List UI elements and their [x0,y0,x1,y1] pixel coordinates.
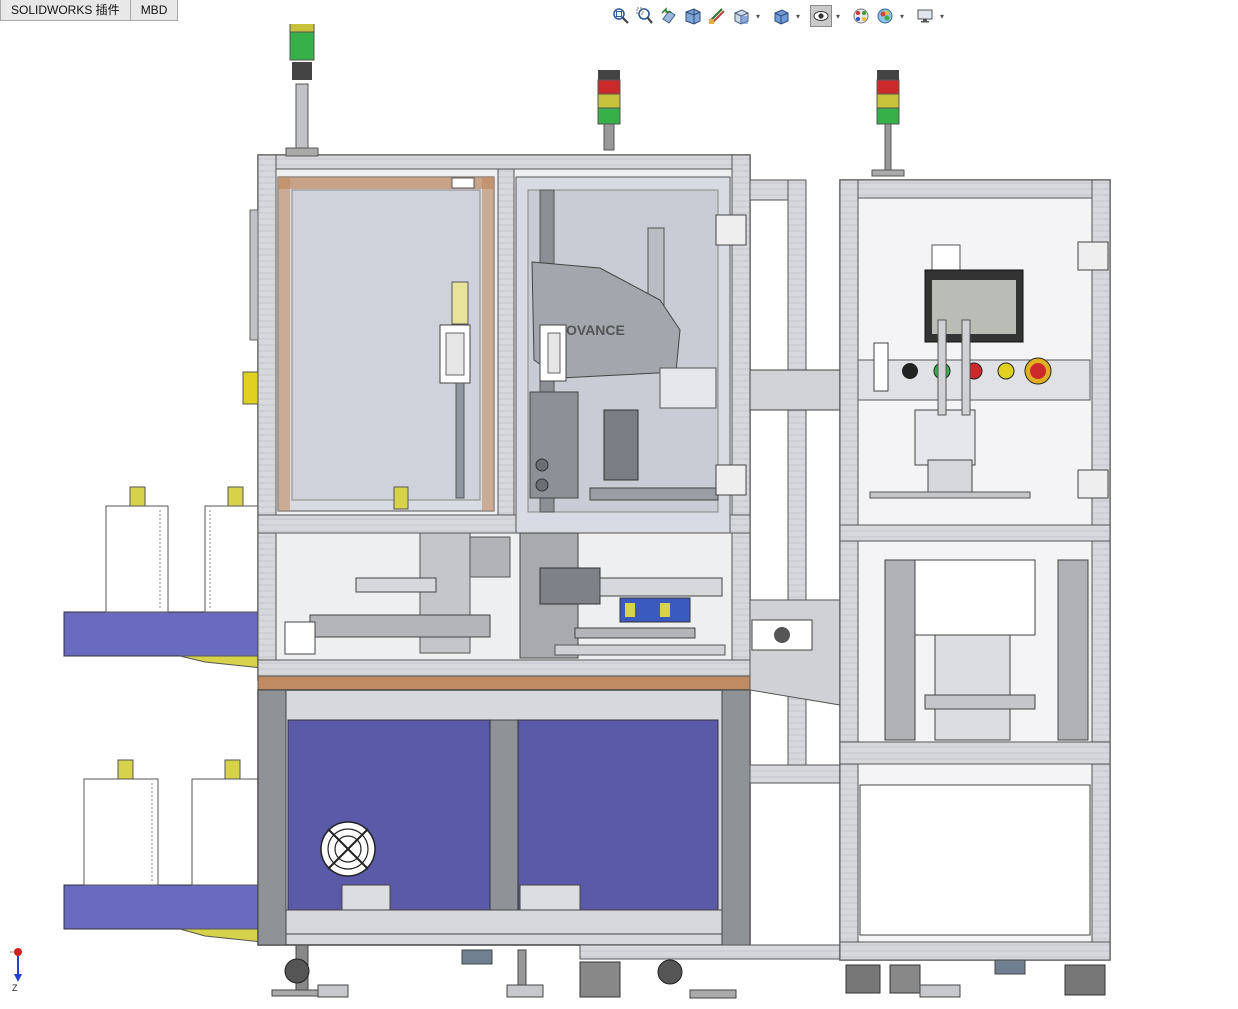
right-door-panel: OVANCE [515,176,747,534]
display-style-dropdown-icon[interactable]: ▾ [794,12,802,21]
hide-show-items-dropdown-icon[interactable]: ▾ [834,12,842,21]
signal-tower-middle [597,70,621,151]
command-manager-tabs: SOLIDWORKS 插件 MBD [0,0,179,22]
signal-tower-right [871,70,905,177]
left-lower-cabinet [257,675,751,946]
tab-solidworks-addins[interactable]: SOLIDWORKS 插件 [0,0,131,21]
triad-z-label: Z [12,983,18,993]
view-orientation-dropdown-icon[interactable]: ▾ [754,12,762,21]
reference-triad: Z [10,948,22,993]
left-conveyor-upper [63,486,263,669]
robot-brand-label: OVANCE [566,322,625,338]
left-door-panel [277,176,495,512]
left-conveyor-lower [63,759,263,943]
signal-tower-left [285,24,319,157]
view-settings-dropdown-icon[interactable]: ▾ [938,12,946,21]
tab-mbd[interactable]: MBD [130,0,179,21]
apply-scene-dropdown-icon[interactable]: ▾ [898,12,906,21]
right-casters [579,959,1106,998]
graphics-area[interactable]: OVANCE [0,24,1238,1009]
